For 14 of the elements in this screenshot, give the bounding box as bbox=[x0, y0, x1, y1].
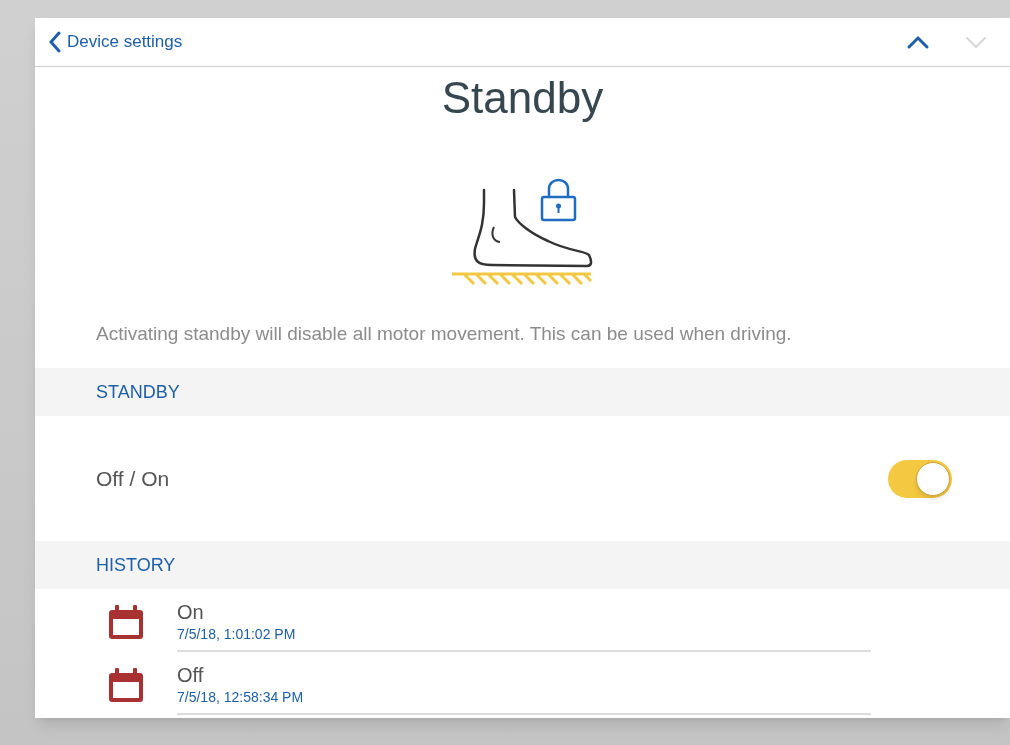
toggle-label: Off / On bbox=[96, 465, 171, 492]
calendar-icon bbox=[107, 666, 145, 704]
section-heading: STANDBY bbox=[96, 380, 180, 404]
history-state: On bbox=[177, 599, 205, 624]
description-text: Activating standby will disable all motor movement. This can be used when driving. bbox=[95, 322, 793, 346]
history-state: Off bbox=[177, 662, 205, 687]
history-time: 7/5/18, 12:58:34 PM bbox=[177, 687, 305, 707]
toggle-switch[interactable] bbox=[888, 459, 952, 498]
page-title: Standby bbox=[441, 72, 604, 124]
history-time: 7/5/18, 1:01:02 PM bbox=[177, 624, 297, 644]
back-link[interactable]: Device settings bbox=[49, 29, 183, 55]
section-heading: HISTORY bbox=[96, 553, 176, 577]
chevron-left-icon bbox=[49, 31, 61, 53]
calendar-icon bbox=[107, 603, 145, 641]
